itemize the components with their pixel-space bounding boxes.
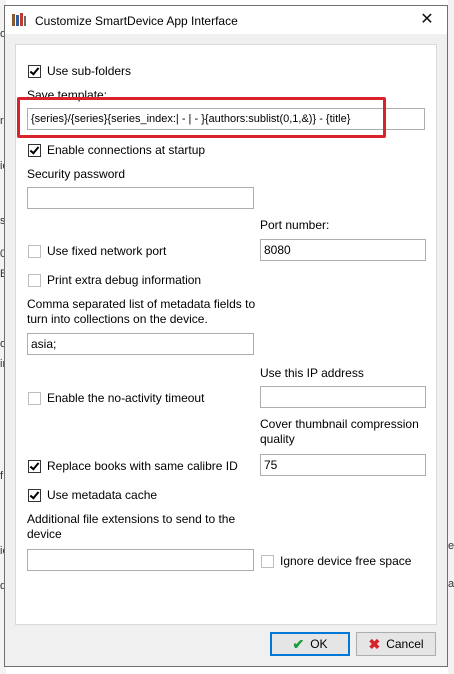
replace-books-label: Replace books with same calibre ID <box>47 459 238 473</box>
metadata-cache-checkbox[interactable]: Use metadata cache <box>28 488 157 502</box>
checkbox-checked[interactable] <box>28 459 41 473</box>
ip-address-label: Use this IP address <box>260 366 364 380</box>
replace-books-checkbox[interactable]: Replace books with same calibre ID <box>28 459 238 473</box>
close-button[interactable]: ✕ <box>413 8 441 32</box>
metadata-cache-label: Use metadata cache <box>47 488 158 502</box>
port-number-input[interactable]: 8080 <box>260 239 426 261</box>
security-password-label: Security password <box>27 167 126 181</box>
use-subfolders-label: Use sub-folders <box>47 64 132 78</box>
background-app-right-edge <box>448 0 454 674</box>
ok-button-label: OK <box>310 637 328 651</box>
file-extensions-input[interactable] <box>27 549 254 571</box>
ignore-free-space-label: Ignore device free space <box>280 554 412 568</box>
checkbox-checked[interactable] <box>28 64 41 78</box>
checkbox-unchecked[interactable] <box>28 273 41 287</box>
calibre-books-icon <box>12 13 26 26</box>
port-number-label: Port number: <box>260 218 330 232</box>
fixed-port-label: Use fixed network port <box>47 244 167 258</box>
ignore-free-space-checkbox[interactable]: Ignore device free space <box>261 554 411 568</box>
window-title: Customize SmartDevice App Interface <box>35 14 238 28</box>
save-template-highlight <box>17 97 386 138</box>
close-icon: ✕ <box>420 11 434 28</box>
cancel-button-label: Cancel <box>386 637 424 651</box>
checkbox-checked[interactable] <box>28 143 41 157</box>
no-activity-timeout-label: Enable the no-activity timeout <box>47 391 205 405</box>
thumbnail-quality-label: Cover thumbnail compression quality <box>260 417 419 446</box>
x-icon: ✖ <box>368 636 381 652</box>
background-fragment: ac <box>448 578 454 590</box>
checkbox-unchecked[interactable] <box>28 391 41 405</box>
enable-connections-checkbox[interactable]: Enable connections at startup <box>28 143 205 157</box>
background-fragment: er <box>448 540 454 552</box>
checkbox-unchecked[interactable] <box>28 244 41 258</box>
enable-connections-label: Enable connections at startup <box>47 143 206 157</box>
no-activity-timeout-checkbox[interactable]: Enable the no-activity timeout <box>28 391 204 405</box>
thumbnail-quality-input[interactable]: 75 <box>260 454 426 476</box>
debug-info-checkbox[interactable]: Print extra debug information <box>28 273 201 287</box>
use-subfolders-checkbox[interactable]: Use sub-folders <box>28 64 131 78</box>
cancel-button[interactable]: ✖ Cancel <box>356 632 436 656</box>
checkmark-icon: ✔ <box>292 636 305 652</box>
checkbox-unchecked[interactable] <box>261 554 274 568</box>
fixed-port-checkbox[interactable]: Use fixed network port <box>28 244 166 258</box>
metadata-collections-input[interactable]: asia; <box>27 333 254 355</box>
title-bar[interactable]: Customize SmartDevice App Interface ✕ <box>5 6 447 34</box>
ip-address-input[interactable] <box>260 386 426 408</box>
security-password-input[interactable] <box>27 187 254 209</box>
ok-button[interactable]: ✔ OK <box>270 632 350 656</box>
metadata-collections-label: Comma separated list of metadata fields … <box>27 297 256 326</box>
checkbox-checked[interactable] <box>28 488 41 502</box>
file-extensions-label: Additional file extensions to send to th… <box>27 512 236 541</box>
debug-info-label: Print extra debug information <box>47 273 202 287</box>
